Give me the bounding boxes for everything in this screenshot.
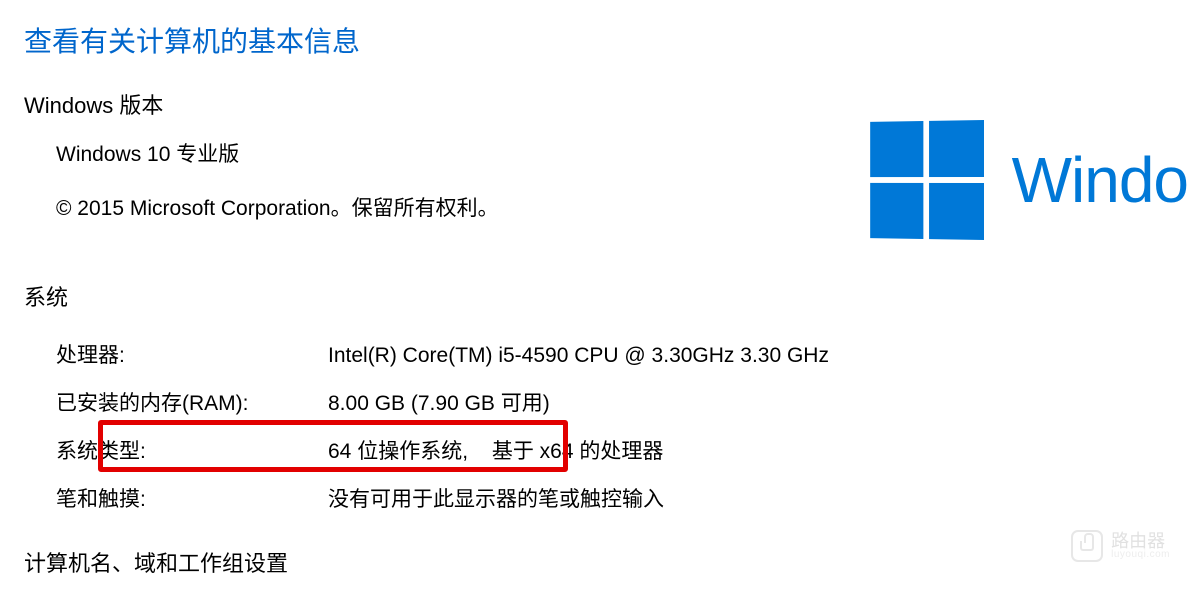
label-ram: 已安装的内存(RAM):	[56, 387, 328, 417]
row-system-type: 系统类型: 64 位操作系统, 基于 x64 的处理器	[56, 426, 1188, 474]
watermark-title: 路由器	[1111, 532, 1170, 550]
value-pen-touch: 没有可用于此显示器的笔或触控输入	[328, 483, 1188, 513]
value-processor: Intel(R) Core(TM) i5-4590 CPU @ 3.30GHz …	[328, 344, 1188, 368]
row-pen-touch: 笔和触摸: 没有可用于此显示器的笔或触控输入	[56, 474, 1188, 522]
router-icon	[1071, 530, 1103, 562]
value-system-type-bits: 64 位操作系统,	[328, 435, 486, 465]
windows-logo: Windo	[864, 120, 1188, 240]
label-pen-touch: 笔和触摸:	[56, 483, 328, 513]
page-title: 查看有关计算机的基本信息	[0, 0, 1188, 70]
row-processor: 处理器: Intel(R) Core(TM) i5-4590 CPU @ 3.3…	[56, 330, 1188, 378]
windows-logo-wordmark: Windo	[1012, 143, 1188, 217]
row-ram: 已安装的内存(RAM): 8.00 GB (7.90 GB 可用)	[56, 378, 1188, 426]
windows-logo-icon	[870, 120, 984, 240]
label-system-type: 系统类型:	[56, 435, 328, 465]
section-heading-domain-workgroup: 计算机名、域和工作组设置	[0, 522, 1188, 596]
label-processor: 处理器:	[56, 339, 328, 369]
value-system-type: 64 位操作系统, 基于 x64 的处理器	[328, 435, 1188, 465]
watermark-sub: luyouqi.com	[1111, 550, 1170, 560]
value-system-type-arch: 基于 x64 的处理器	[492, 440, 664, 463]
value-ram: 8.00 GB (7.90 GB 可用)	[328, 387, 1188, 417]
watermark: 路由器 luyouqi.com	[1071, 530, 1170, 562]
section-heading-system: 系统	[0, 232, 1188, 330]
